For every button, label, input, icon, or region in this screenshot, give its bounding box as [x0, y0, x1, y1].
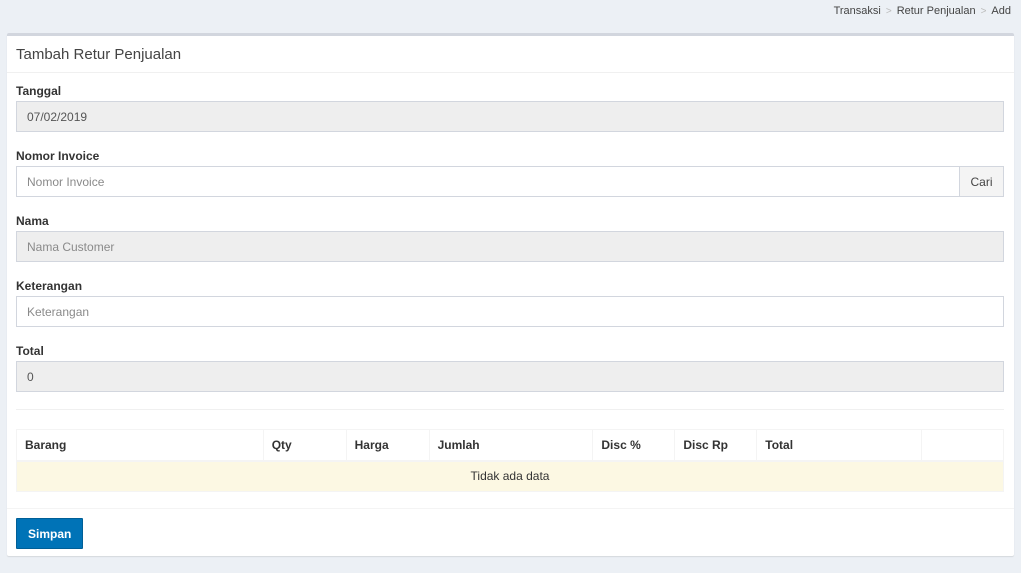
- column-harga: Harga: [345, 429, 430, 462]
- breadcrumb-separator: >: [980, 5, 987, 17]
- breadcrumb: Transaksi > Retur Penjualan > Add: [834, 5, 1011, 17]
- keterangan-label: Keterangan: [16, 279, 83, 293]
- box-footer: Simpan: [7, 508, 1014, 556]
- total-input[interactable]: [16, 361, 1004, 392]
- box-body: Tanggal Nomor Invoice Cari Nama Keterang…: [7, 73, 1014, 492]
- cari-button[interactable]: Cari: [960, 166, 1004, 197]
- items-table: Barang Qty Harga Jumlah Disc % Disc Rp T…: [16, 429, 1004, 492]
- invoice-input[interactable]: [16, 166, 960, 197]
- total-label: Total: [16, 344, 44, 358]
- page-title: Tambah Retur Penjualan: [16, 45, 182, 63]
- keterangan-input[interactable]: [16, 296, 1004, 327]
- form-group-total: Total: [16, 333, 1005, 392]
- form-box: Tambah Retur Penjualan Tanggal Nomor Inv…: [7, 33, 1014, 556]
- form-group-invoice: Nomor Invoice Cari: [16, 138, 1005, 197]
- invoice-input-group: Cari: [16, 166, 1004, 197]
- column-qty: Qty: [262, 429, 347, 462]
- box-header: Tambah Retur Penjualan: [7, 36, 1014, 73]
- column-jumlah: Jumlah: [428, 429, 594, 462]
- column-disc-percent: Disc %: [592, 429, 676, 462]
- column-barang: Barang: [16, 429, 264, 462]
- table-header-row: Barang Qty Harga Jumlah Disc % Disc Rp T…: [16, 429, 1004, 462]
- nama-label: Nama: [16, 214, 49, 228]
- nama-input[interactable]: [16, 231, 1004, 262]
- table-row: Tidak ada data: [16, 460, 1004, 492]
- invoice-label: Nomor Invoice: [16, 149, 100, 163]
- breadcrumb-separator: >: [885, 5, 892, 17]
- divider: [16, 409, 1004, 410]
- form-group-keterangan: Keterangan: [16, 268, 1005, 327]
- column-total: Total: [756, 429, 923, 462]
- column-disc-rp: Disc Rp: [674, 429, 758, 462]
- tanggal-input[interactable]: [16, 101, 1004, 132]
- form-group-nama: Nama: [16, 203, 1005, 262]
- form-group-tanggal: Tanggal: [16, 73, 1005, 132]
- breadcrumb-item-retur-penjualan[interactable]: Retur Penjualan: [897, 5, 976, 17]
- simpan-button[interactable]: Simpan: [16, 518, 84, 549]
- breadcrumb-item-transaksi[interactable]: Transaksi: [834, 5, 881, 17]
- tanggal-label: Tanggal: [16, 84, 62, 98]
- empty-row-text: Tidak ada data: [16, 460, 1004, 492]
- breadcrumb-item-add: Add: [991, 5, 1011, 17]
- column-action: [921, 429, 1004, 462]
